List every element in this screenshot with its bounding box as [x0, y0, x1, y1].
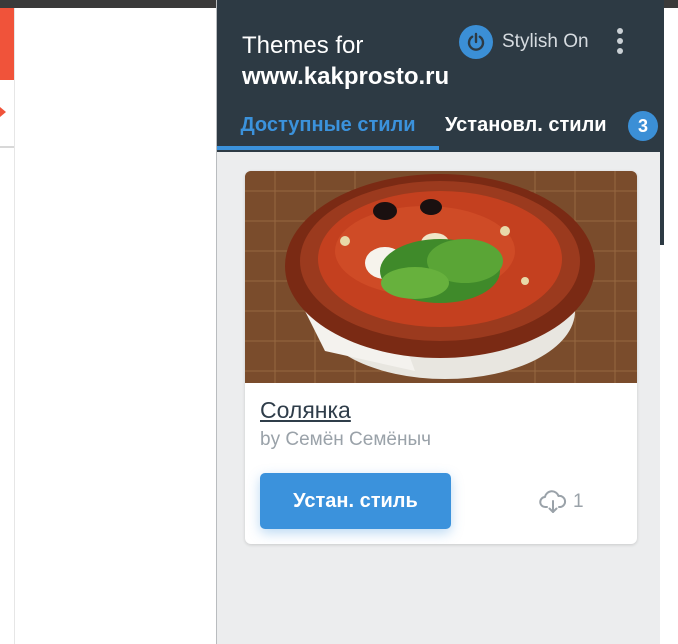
page-dark-strip [660, 0, 664, 245]
install-style-button[interactable]: Устан. стиль [260, 473, 451, 529]
cloud-download-icon [539, 490, 567, 513]
download-count: 1 [539, 489, 584, 515]
active-tab-indicator [217, 146, 439, 150]
tab-installed-styles[interactable]: Установл. стили [445, 112, 607, 142]
popup-header: Themes for www.kakprosto.ru Stylish On Д… [217, 0, 660, 152]
stylish-popup: Themes for www.kakprosto.ru Stylish On Д… [216, 0, 660, 644]
kebab-menu-icon[interactable] [613, 28, 627, 54]
page-column-divider [14, 8, 15, 644]
page-divider [0, 146, 14, 148]
page-red-block [0, 8, 14, 80]
power-icon [467, 32, 485, 51]
installed-count-badge: 3 [628, 111, 658, 141]
download-count-value: 1 [573, 491, 584, 512]
site-domain: www.kakprosto.ru [242, 63, 450, 90]
style-preview-image[interactable] [245, 171, 637, 383]
power-toggle-button[interactable] [459, 25, 493, 59]
themes-for-label: Themes for [242, 32, 364, 59]
style-card: Солянка by Семён Семёныч Устан. стиль 1 [245, 171, 637, 544]
style-title-link[interactable]: Солянка [260, 396, 351, 424]
page-arrow-icon [0, 107, 6, 117]
stylish-status-label: Stylish On [502, 31, 589, 52]
style-author: by Семён Семёныч [260, 429, 431, 450]
